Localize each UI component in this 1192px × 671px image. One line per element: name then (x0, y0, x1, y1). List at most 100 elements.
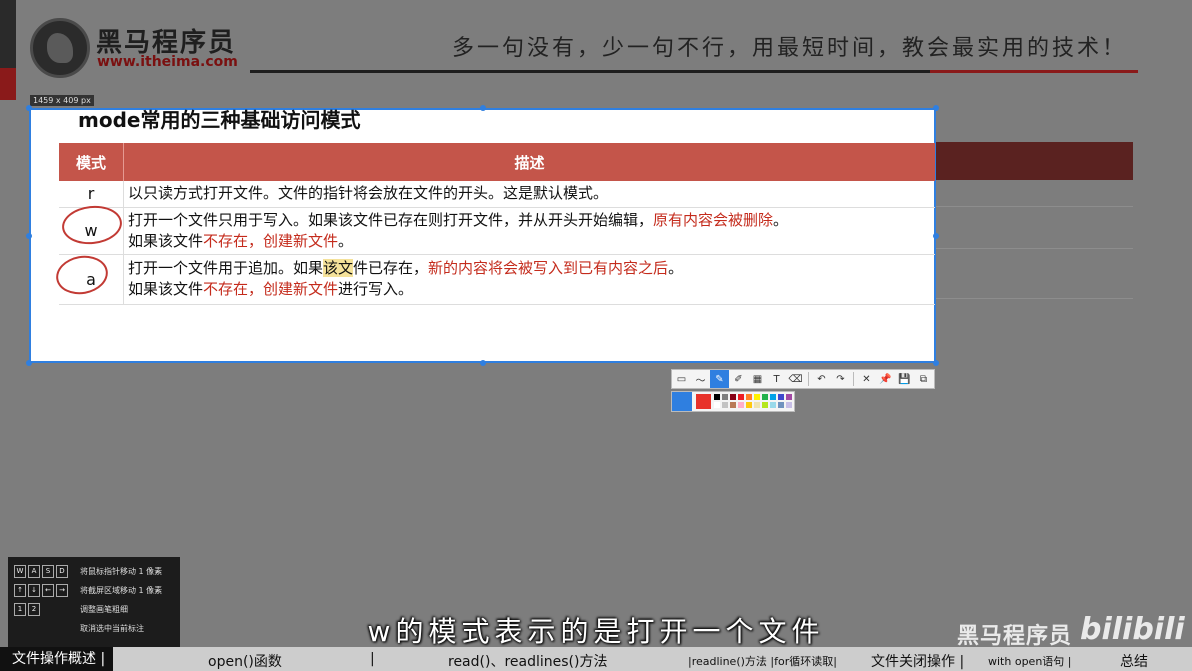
redo-icon[interactable]: ↷ (831, 370, 850, 388)
table-header-row: 模式 描述 (59, 143, 935, 181)
color-swatch[interactable] (738, 402, 744, 408)
shortcut-key: ← (42, 584, 54, 597)
color-swatch[interactable] (722, 394, 728, 400)
color-swatch[interactable] (746, 394, 752, 400)
color-swatch[interactable] (762, 394, 768, 400)
left-accent-bar (0, 0, 16, 100)
copy-icon[interactable]: ⧉ (914, 370, 933, 388)
chapter-file-close[interactable]: 文件关闭操作 | (871, 651, 964, 671)
desc-text: 。 (338, 231, 354, 250)
current-color-swatch[interactable] (696, 394, 711, 409)
color-swatch[interactable] (770, 394, 776, 400)
shortcut-description: 将鼠标指针移动 1 像素 (80, 567, 163, 576)
watermark-brand: 黑马程序员 (957, 624, 1073, 649)
resize-handle-n[interactable] (480, 105, 486, 111)
desc-text: 。 (773, 210, 789, 229)
color-swatch[interactable] (778, 402, 784, 408)
background-table-header (935, 142, 1133, 180)
slide-title: mode常用的三种基础访问模式 (78, 108, 361, 132)
table-row: w 打开一个文件只用于写入。如果该文件已存在则打开文件，并从开头开始编辑，原有内… (59, 207, 935, 255)
background-table-row (935, 206, 1133, 249)
background-table-row (935, 180, 1133, 207)
desc-emphasis: 新的内容将会被写入到已有内容之后 (428, 259, 669, 277)
color-swatch[interactable] (714, 394, 720, 400)
color-swatch[interactable] (746, 402, 752, 408)
desc-emphasis: 不存在，创建新文件 (203, 280, 339, 298)
col-mode-header: 模式 (59, 143, 124, 181)
pin-icon[interactable]: 📌 (876, 370, 895, 388)
desc-text: 如果该文件 (128, 280, 204, 298)
color-swatch[interactable] (738, 394, 744, 400)
resize-handle-sw[interactable] (26, 360, 32, 366)
mode-cell: r (59, 181, 124, 208)
desc-emphasis: 不存在，创建新文件 (203, 231, 339, 250)
chapter-file-overview[interactable]: 文件操作概述 | (0, 647, 114, 671)
desc-text: 以只读方式打开文件。文件的指针将会放在文件的开头。这是默认模式。 (128, 184, 609, 203)
color-swatch[interactable] (722, 402, 728, 408)
resize-handle-w[interactable] (26, 233, 32, 239)
desc-text: 进行写入。 (338, 280, 414, 298)
desc-cell: 打开一个文件只用于写入。如果该文件已存在则打开文件，并从开头开始编辑，原有内容会… (123, 207, 935, 255)
chapter-divider: | (370, 651, 375, 667)
shortcut-key: W (14, 565, 26, 578)
color-swatch[interactable] (778, 394, 784, 400)
resize-handle-se[interactable] (933, 360, 939, 366)
desc-cell: 打开一个文件用于追加。如果该文件已存在，新的内容将会被写入到已有内容之后。 如果… (123, 254, 935, 305)
pen-icon[interactable]: ✎ (710, 370, 729, 388)
brand-url: www.itheima.com (97, 54, 238, 70)
rect-icon[interactable]: ▭ (672, 370, 691, 388)
shortcut-key: → (56, 584, 68, 597)
color-swatch[interactable] (762, 402, 768, 408)
color-swatch[interactable] (786, 402, 792, 408)
color-swatch[interactable] (754, 402, 760, 408)
color-palette (671, 391, 795, 412)
desc-text: 打开一个文件只用于写入。如果该文件已存在则打开文件，并从开头开始编辑， (128, 210, 654, 229)
marker-icon[interactable]: ✐ (729, 370, 748, 388)
polyline-icon[interactable]: 〜 (691, 370, 710, 388)
background-table-row (935, 248, 1133, 299)
resize-handle-s[interactable] (480, 360, 486, 366)
shortcut-key: D (56, 565, 68, 578)
color-swatch[interactable] (786, 394, 792, 400)
save-icon[interactable]: 💾 (895, 370, 914, 388)
color-swatch[interactable] (730, 394, 736, 400)
close-icon[interactable]: ✕ (857, 370, 876, 388)
bilibili-logo: bilibili (1080, 612, 1185, 647)
pen-size-selector[interactable] (672, 392, 692, 411)
shortcut-key: ↓ (28, 584, 40, 597)
desc-cell: 以只读方式打开文件。文件的指针将会放在文件的开头。这是默认模式。 (123, 181, 935, 208)
shortcut-keys: ↑ ↓ ← → (14, 584, 70, 597)
color-swatch[interactable] (754, 394, 760, 400)
undo-icon[interactable]: ↶ (812, 370, 831, 388)
shortcut-key: A (28, 565, 40, 578)
shortcut-key: S (42, 565, 54, 578)
desc-text: 如果该文件 (128, 231, 204, 250)
color-swatch[interactable] (714, 402, 720, 408)
resize-handle-ne[interactable] (933, 105, 939, 111)
annotation-toolbar: ▭ 〜 ✎ ✐ ▦ T ⌫ ↶ ↷ ✕ 📌 💾 ⧉ (671, 369, 935, 389)
header-divider-accent (930, 70, 1138, 73)
shortcut-key: ↑ (14, 584, 26, 597)
desc-text: 件已存在， (353, 259, 429, 277)
text-icon[interactable]: T (767, 370, 786, 388)
shortcut-keys: WASD (14, 565, 70, 578)
desc-text: 打开一个文件用于追加。如果 (128, 259, 324, 277)
resize-handle-nw[interactable] (26, 105, 32, 111)
chapter-summary[interactable]: 总结 (1120, 651, 1148, 671)
eraser-icon[interactable]: ⌫ (786, 370, 805, 388)
shortcut-description: 将截屏区域移动 1 像素 (80, 586, 163, 595)
horse-logo-icon (30, 18, 90, 78)
table-row: a 打开一个文件用于追加。如果该文件已存在，新的内容将会被写入到已有内容之后。 … (59, 254, 935, 305)
color-swatch[interactable] (730, 402, 736, 408)
slogan: 多一句没有，少一句不行，用最短时间，教会最实用的技术！ (452, 36, 1128, 61)
color-swatch[interactable] (770, 402, 776, 408)
chapter-readline-loop[interactable]: |readline()方法 |for循环读取| (688, 653, 837, 669)
col-desc-header: 描述 (123, 143, 935, 181)
chapter-open-function[interactable]: open()函数 (208, 651, 282, 671)
slide: 黑马程序员 www.itheima.com 多一句没有，少一句不行，用最短时间，… (0, 0, 1192, 671)
chapter-read-methods[interactable]: read()、readlines()方法 (448, 651, 607, 671)
mosaic-icon[interactable]: ▦ (748, 370, 767, 388)
desc-emphasis: 原有内容会被删除 (653, 210, 774, 229)
table-row: r 以只读方式打开文件。文件的指针将会放在文件的开头。这是默认模式。 (59, 181, 935, 208)
chapter-with-open[interactable]: with open语句 | (988, 653, 1072, 669)
